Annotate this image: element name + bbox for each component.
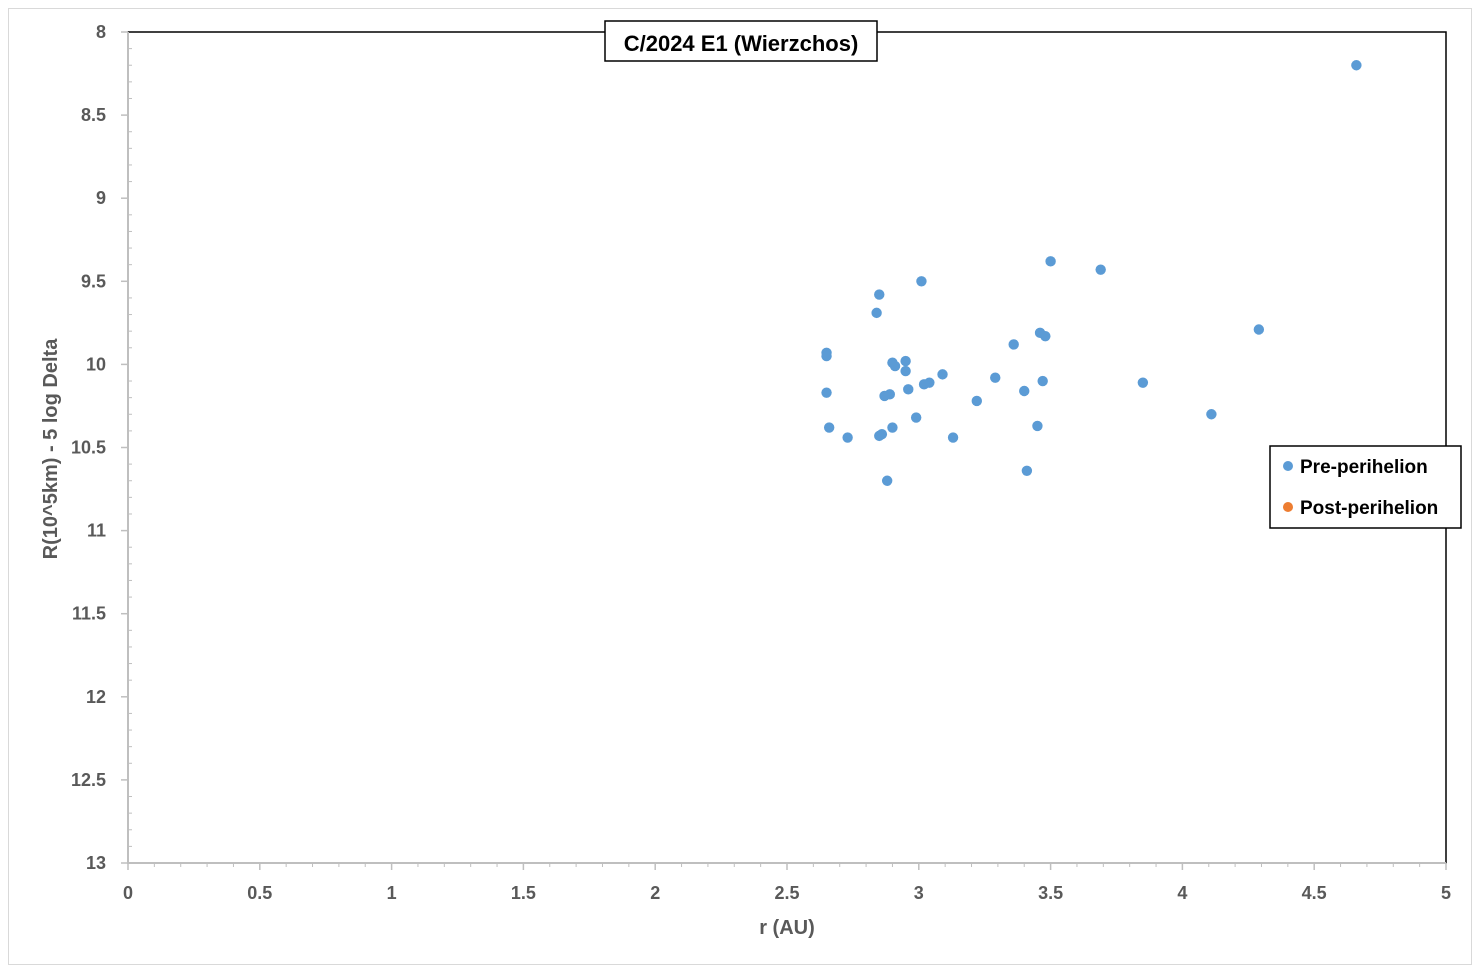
data-point-pre-perihelion — [879, 390, 890, 402]
chart-title-box: C/2024 E1 (Wierzchos) — [604, 20, 878, 62]
data-point-pre-perihelion — [937, 369, 948, 380]
data-point-pre-perihelion — [916, 276, 927, 287]
data-point-pre-perihelion — [842, 432, 853, 443]
data-point-pre-perihelion — [821, 387, 832, 398]
data-point-pre-perihelion — [1037, 375, 1048, 387]
data-point-pre-perihelion — [910, 412, 922, 423]
x-tick-label: 2.5 — [774, 883, 799, 903]
data-point-pre-perihelion — [881, 475, 893, 486]
data-point-pre-perihelion — [1040, 330, 1051, 342]
data-point-pre-perihelion — [1021, 465, 1033, 476]
x-tick-label: 3.5 — [1038, 883, 1063, 903]
data-point-pre-perihelion — [947, 432, 959, 443]
x-axis: 0 0.5 1 1.5 2 2.5 3 3.5 4 4.5 5 — [123, 862, 1451, 903]
x-tick-label: 0.5 — [247, 883, 272, 903]
data-point-pre-perihelion — [903, 384, 914, 395]
data-point-pre-perihelion — [900, 365, 911, 377]
data-point-pre-perihelion — [871, 307, 882, 319]
legend-marker-post-perihelion — [1283, 502, 1293, 512]
y-tick-label: 11.5 — [72, 604, 106, 624]
data-point-pre-perihelion — [889, 360, 901, 372]
x-tick-label: 4.5 — [1302, 883, 1327, 903]
data-point-pre-perihelion — [1045, 256, 1056, 267]
x-tick-label: 3 — [914, 883, 924, 903]
data-points — [821, 60, 1362, 486]
x-tick-label: 5 — [1441, 883, 1451, 903]
y-axis: 8 8.5 9 9.5 10 10.5 11 11.5 12 12.5 13 — [71, 22, 132, 873]
x-tick-label: 2 — [650, 883, 660, 903]
y-tick-label: 12.5 — [71, 770, 106, 790]
y-tick-label: 10.5 — [71, 438, 106, 458]
x-tick-label: 0 — [123, 883, 133, 903]
y-tick-label: 8.5 — [81, 105, 106, 125]
data-point-pre-perihelion — [1008, 339, 1019, 350]
data-point-pre-perihelion — [1019, 385, 1030, 397]
plot-area — [127, 31, 1447, 864]
y-tick-label: 13 — [86, 853, 106, 873]
data-point-pre-perihelion — [1137, 377, 1149, 388]
y-tick-label: 11 — [87, 521, 106, 541]
scatter-chart: 0 0.5 1 1.5 2 2.5 3 3.5 4 4.5 5 88.599.51010.51111… — [40, 20, 1462, 939]
data-point-pre-perihelion — [1206, 409, 1217, 420]
y-tick-label: 9 — [96, 188, 106, 208]
legend-label-post-perihelion: Post-perihelion — [1300, 498, 1438, 519]
data-point-pre-perihelion — [874, 289, 885, 300]
data-point-pre-perihelion — [821, 350, 832, 362]
data-point-pre-perihelion — [971, 395, 982, 407]
data-point-pre-perihelion — [1351, 60, 1362, 71]
y-tick-label: 12 — [86, 687, 106, 707]
x-axis-title: r (AU) — [759, 917, 815, 939]
y-tick-label: 9.5 — [81, 271, 106, 291]
y-tick-label: 8 — [96, 22, 106, 42]
plot-border — [127, 31, 1447, 864]
x-tick-label: 4 — [1177, 883, 1187, 903]
y-tick-label: 10 — [86, 354, 106, 374]
legend-marker-pre-perihelion — [1283, 461, 1293, 471]
data-point-pre-perihelion — [1032, 420, 1043, 432]
data-point-pre-perihelion — [874, 430, 885, 442]
x-tick-label: 1.5 — [511, 883, 536, 903]
chart-title: C/2024 E1 (Wierzchos) — [624, 31, 859, 56]
x-tick-label: 1 — [387, 883, 397, 903]
data-point-pre-perihelion — [900, 355, 911, 367]
data-point-pre-perihelion — [1253, 324, 1265, 335]
legend-label-pre-perihelion: Pre-perihelion — [1300, 457, 1428, 478]
legend: Pre-perihelion Post-perihelion — [1269, 445, 1462, 529]
data-point-pre-perihelion — [918, 379, 930, 390]
data-point-pre-perihelion — [990, 372, 1001, 383]
data-point-pre-perihelion — [887, 422, 898, 433]
data-point-pre-perihelion — [1095, 264, 1106, 275]
data-point-pre-perihelion — [823, 422, 835, 433]
y-axis-title: R(10^5km) - 5 log Delta — [40, 338, 62, 560]
